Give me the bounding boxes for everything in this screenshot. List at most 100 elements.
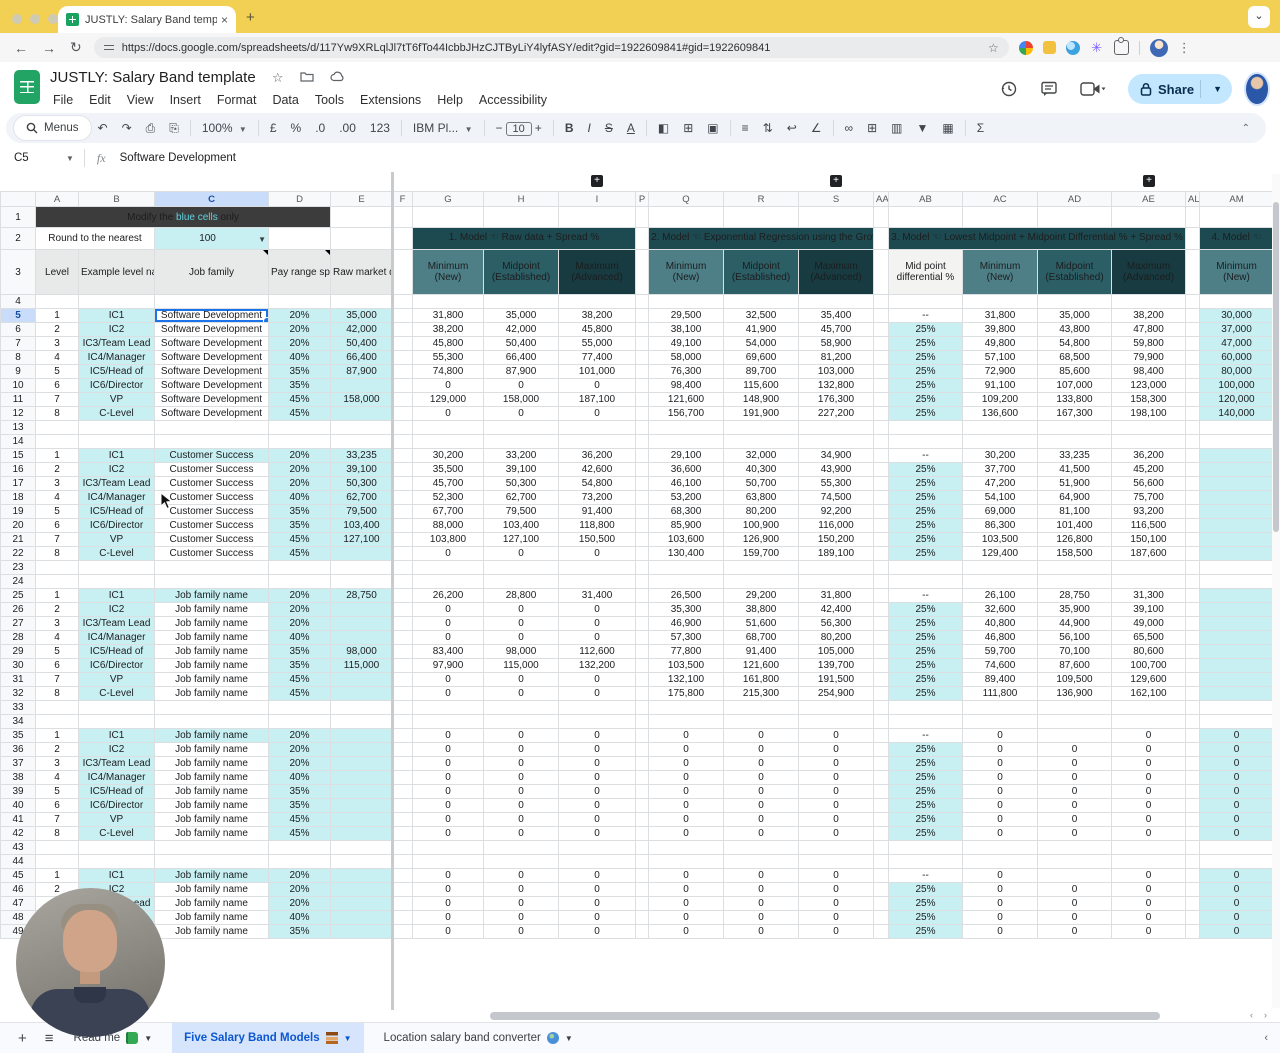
cell[interactable]	[873, 630, 889, 645]
sheets-logo-icon[interactable]	[14, 70, 40, 104]
cell-model1[interactable]: 0	[412, 784, 484, 799]
cell-model1[interactable]: 35,500	[412, 462, 484, 477]
cell-model2[interactable]: 92,200	[798, 504, 874, 519]
cell[interactable]	[558, 700, 636, 715]
cell-model2[interactable]: 41,900	[723, 322, 799, 337]
cell-model1[interactable]: 36,200	[558, 448, 636, 463]
cell-example-level[interactable]: IC1	[78, 448, 155, 463]
cell[interactable]	[412, 714, 484, 729]
cell-model2[interactable]: 85,900	[648, 518, 724, 533]
cell-model1[interactable]: 0	[558, 686, 636, 701]
cell[interactable]	[78, 434, 155, 449]
add-sheet-icon[interactable]: +	[18, 1030, 27, 1047]
cell[interactable]	[392, 406, 413, 421]
cell-model2[interactable]: 254,900	[798, 686, 874, 701]
cell[interactable]	[873, 798, 889, 813]
cell[interactable]	[483, 854, 559, 869]
cell[interactable]	[648, 294, 724, 309]
cell[interactable]	[873, 532, 889, 547]
cell-model2[interactable]: 68,700	[723, 630, 799, 645]
cell[interactable]	[412, 294, 484, 309]
cell-model3[interactable]: 0	[1111, 812, 1186, 827]
cell-model2[interactable]: 35,300	[648, 602, 724, 617]
cell-model2[interactable]: 115,600	[723, 378, 799, 393]
formula-input[interactable]: Software Development	[120, 152, 236, 164]
cell-model3[interactable]: 72,900	[962, 364, 1038, 379]
cell-job-family[interactable]: Software Development	[154, 406, 269, 421]
cell-midpoint-differential[interactable]: 25%	[888, 406, 963, 421]
cell-model3[interactable]: 136,900	[1037, 686, 1112, 701]
cell[interactable]	[873, 924, 889, 939]
cell[interactable]	[412, 840, 484, 855]
cell-model3[interactable]: 0	[1037, 784, 1112, 799]
row-header[interactable]: 20	[0, 518, 36, 533]
cell-model3[interactable]: 85,600	[1037, 364, 1112, 379]
cell-model4[interactable]	[1199, 462, 1274, 477]
cell-midpoint-differential[interactable]: 25%	[888, 896, 963, 911]
cell-model2[interactable]: 32,000	[723, 448, 799, 463]
cell-model1[interactable]: 0	[558, 378, 636, 393]
cell[interactable]	[1037, 560, 1112, 575]
row-header[interactable]: 12	[0, 406, 36, 421]
cell-model4[interactable]: 0	[1199, 868, 1274, 883]
cell-example-level[interactable]: IC5/Head of	[78, 784, 155, 799]
cell-raw-market-data[interactable]	[330, 630, 393, 645]
cell[interactable]	[558, 854, 636, 869]
cell-example-level[interactable]: IC1	[78, 588, 155, 603]
cell-model3[interactable]: 47,800	[1111, 322, 1186, 337]
cell-model2[interactable]: 68,300	[648, 504, 724, 519]
cell[interactable]	[723, 420, 799, 435]
cell-pay-range-spread[interactable]: 40%	[268, 490, 331, 505]
fill-color-icon[interactable]: ◧	[651, 121, 676, 135]
cell-model4[interactable]: 37,000	[1199, 322, 1274, 337]
cell-model1[interactable]: 0	[558, 896, 636, 911]
model-2-sub[interactable]: Midpoint (Established)	[723, 249, 799, 295]
cell-model3[interactable]	[1037, 868, 1112, 883]
cell[interactable]	[635, 756, 649, 771]
cell-model2[interactable]: 0	[798, 896, 874, 911]
cell[interactable]	[873, 854, 889, 869]
cell[interactable]	[392, 616, 413, 631]
cell-level[interactable]: 3	[35, 336, 79, 351]
cell-job-family[interactable]: Job family name	[154, 672, 269, 687]
cell[interactable]	[1185, 350, 1200, 365]
cell-model1[interactable]: 0	[412, 882, 484, 897]
cell[interactable]	[268, 227, 331, 250]
cell-job-family[interactable]: Software Development	[154, 378, 269, 393]
cell-level[interactable]: 8	[35, 686, 79, 701]
cell-model1[interactable]: 30,200	[412, 448, 484, 463]
cell-model1[interactable]: 103,400	[483, 518, 559, 533]
cell-model3[interactable]: 69,000	[962, 504, 1038, 519]
cell-example-level[interactable]: IC3/Team Lead	[78, 616, 155, 631]
cell[interactable]	[392, 742, 413, 757]
cell-job-family[interactable]: Job family name	[154, 658, 269, 673]
cell-job-family[interactable]: Job family name	[154, 868, 269, 883]
cell-model4[interactable]: 47,000	[1199, 336, 1274, 351]
cell-model1[interactable]: 0	[483, 616, 559, 631]
cell[interactable]	[873, 658, 889, 673]
cell-model2[interactable]: 103,500	[648, 658, 724, 673]
cell-model2[interactable]: 0	[648, 742, 724, 757]
cell-example-level[interactable]: VP	[78, 392, 155, 407]
cell[interactable]	[635, 672, 649, 687]
header-example-level-name[interactable]: Example level name	[78, 249, 155, 295]
cell[interactable]	[392, 924, 413, 939]
cell-model3[interactable]: 129,400	[962, 546, 1038, 561]
menu-edit[interactable]: Edit	[82, 91, 118, 109]
cell-model4[interactable]	[1199, 658, 1274, 673]
cell-level[interactable]: 2	[35, 602, 79, 617]
cell[interactable]	[635, 728, 649, 743]
cell-model4[interactable]	[1199, 588, 1274, 603]
cell-model1[interactable]: 0	[483, 546, 559, 561]
sheet-tab-menu-icon[interactable]: ▼	[344, 1034, 352, 1043]
cell-model3[interactable]: 109,500	[1037, 672, 1112, 687]
cell-model1[interactable]: 0	[483, 602, 559, 617]
cell[interactable]	[392, 672, 413, 687]
cell[interactable]	[330, 854, 393, 869]
cell-pay-range-spread[interactable]: 20%	[268, 602, 331, 617]
cell[interactable]	[1185, 602, 1200, 617]
cell-model3[interactable]: 28,750	[1037, 588, 1112, 603]
cell[interactable]	[873, 700, 889, 715]
cell-model2[interactable]: 0	[798, 770, 874, 785]
cell[interactable]	[1185, 518, 1200, 533]
